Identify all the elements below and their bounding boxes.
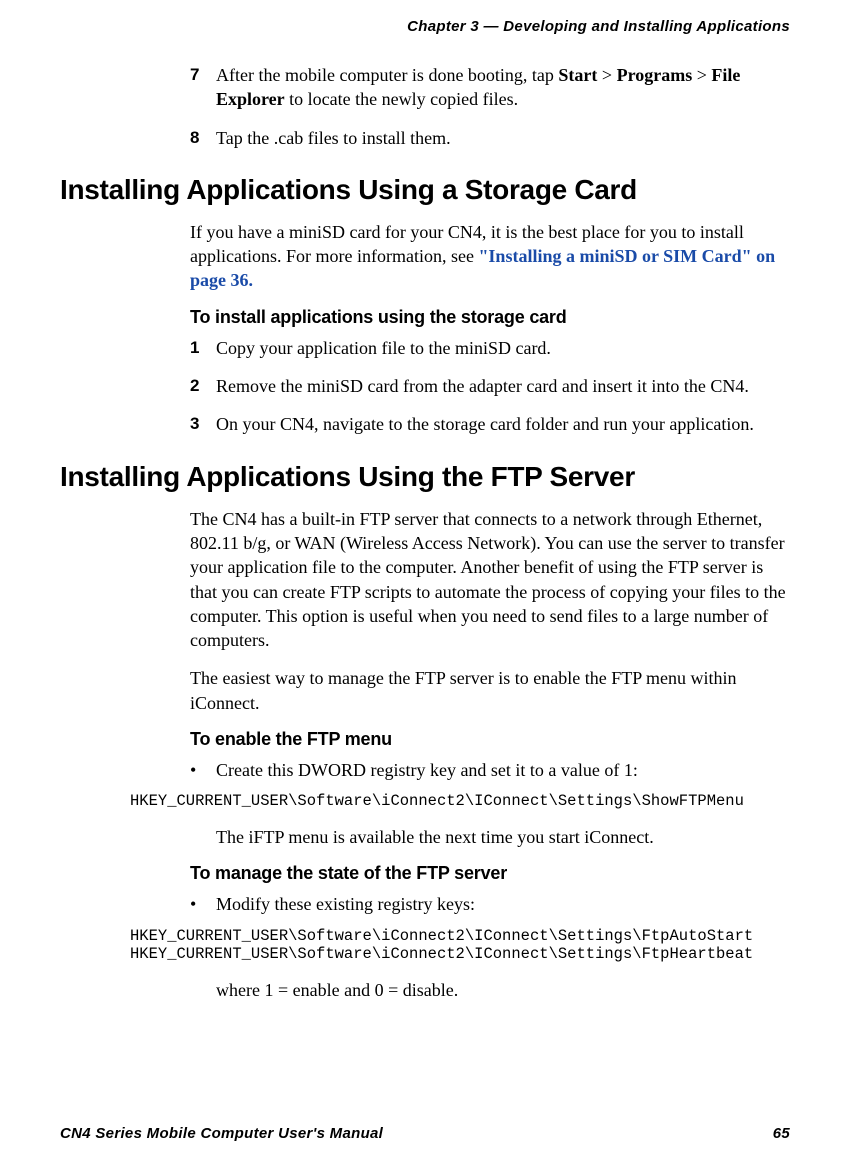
paragraph: The easiest way to manage the FTP server… (190, 666, 790, 715)
footer-manual-title: CN4 Series Mobile Computer User's Manual (60, 1125, 383, 1142)
bullet-mark: • (190, 758, 216, 782)
text-run: After the mobile computer is done bootin… (216, 65, 558, 85)
section-heading-storage-card: Installing Applications Using a Storage … (60, 174, 790, 206)
step-2: 2 Remove the miniSD card from the adapte… (190, 374, 790, 398)
step-number: 1 (190, 336, 216, 360)
subheading: To install applications using the storag… (190, 307, 790, 328)
page-footer: CN4 Series Mobile Computer User's Manual… (60, 1125, 790, 1142)
registry-key-code: HKEY_CURRENT_USER\Software\iConnect2\ICo… (130, 792, 790, 811)
step-number: 2 (190, 374, 216, 398)
step-text: Copy your application file to the miniSD… (216, 336, 790, 360)
step-number: 7 (190, 63, 216, 112)
step-7: 7 After the mobile computer is done boot… (190, 63, 790, 112)
step-number: 3 (190, 412, 216, 436)
bullet-item: • Modify these existing registry keys: (190, 892, 790, 916)
registry-key-code: HKEY_CURRENT_USER\Software\iConnect2\ICo… (130, 927, 790, 964)
subheading: To manage the state of the FTP server (190, 863, 790, 884)
subheading: To enable the FTP menu (190, 729, 790, 750)
step-text: Tap the .cab files to install them. (216, 126, 790, 150)
paragraph: The iFTP menu is available the next time… (216, 825, 790, 849)
step-1: 1 Copy your application file to the mini… (190, 336, 790, 360)
bullet-mark: • (190, 892, 216, 916)
footer-page-number: 65 (773, 1125, 790, 1142)
step-text: On your CN4, navigate to the storage car… (216, 412, 790, 436)
text-run: to locate the newly copied files. (285, 89, 518, 109)
step-3: 3 On your CN4, navigate to the storage c… (190, 412, 790, 436)
main-content: 7 After the mobile computer is done boot… (190, 63, 790, 1002)
text-run: > (692, 65, 711, 85)
text-run: > (597, 65, 616, 85)
step-text: After the mobile computer is done bootin… (216, 63, 790, 112)
step-8: 8 Tap the .cab files to install them. (190, 126, 790, 150)
bullet-item: • Create this DWORD registry key and set… (190, 758, 790, 782)
chapter-header: Chapter 3 — Developing and Installing Ap… (60, 18, 790, 35)
paragraph: where 1 = enable and 0 = disable. (216, 978, 790, 1002)
bold-run: Programs (617, 65, 693, 85)
paragraph: The CN4 has a built-in FTP server that c… (190, 507, 790, 653)
paragraph: If you have a miniSD card for your CN4, … (190, 220, 790, 293)
step-number: 8 (190, 126, 216, 150)
step-text: Remove the miniSD card from the adapter … (216, 374, 790, 398)
section-heading-ftp-server: Installing Applications Using the FTP Se… (60, 461, 790, 493)
bullet-text: Create this DWORD registry key and set i… (216, 758, 790, 782)
bold-run: Start (558, 65, 597, 85)
bullet-text: Modify these existing registry keys: (216, 892, 790, 916)
